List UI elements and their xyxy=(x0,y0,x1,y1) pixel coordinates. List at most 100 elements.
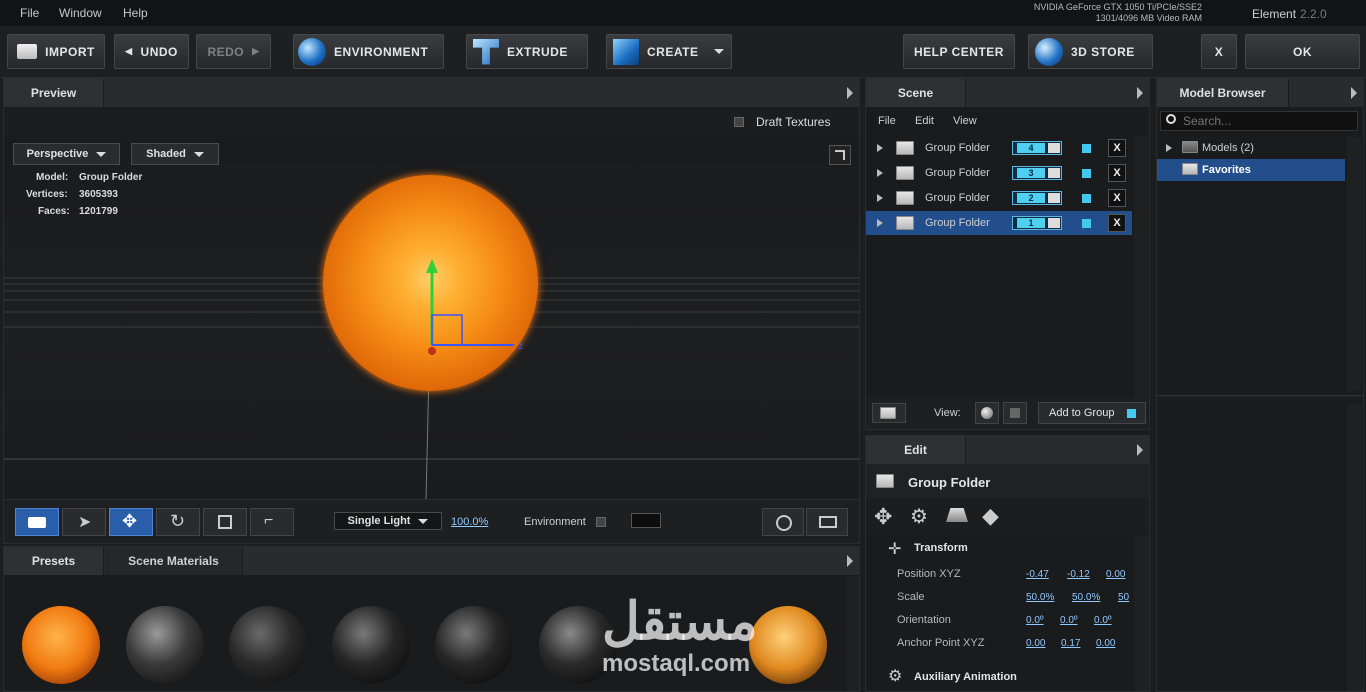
preset-thumbnail[interactable] xyxy=(332,606,410,684)
view-particles-button[interactable] xyxy=(1003,402,1027,424)
panel-arrow-icon[interactable] xyxy=(847,555,853,567)
import-button[interactable]: IMPORT xyxy=(7,34,105,69)
scene-row[interactable]: Group Folder 3 X xyxy=(866,161,1132,185)
move-arrows-icon[interactable]: ✥ xyxy=(874,504,892,530)
position-x[interactable]: -0.47 xyxy=(1026,569,1049,580)
group-index-select[interactable]: 4 xyxy=(1012,141,1062,155)
select-tool-button[interactable]: ➤ xyxy=(62,508,106,536)
position-z[interactable]: 0.00 xyxy=(1106,569,1125,580)
group-index-select[interactable]: 1 xyxy=(1012,216,1062,230)
render-screen-button[interactable] xyxy=(806,508,848,536)
tab-scene[interactable]: Scene xyxy=(866,79,966,107)
model-search[interactable] xyxy=(1160,111,1358,131)
preset-thumbnail[interactable] xyxy=(126,606,204,684)
delete-row-button[interactable]: X xyxy=(1108,139,1126,157)
viewport[interactable]: z xyxy=(4,137,859,499)
extrude-button[interactable]: EXTRUDE xyxy=(466,34,588,69)
model-tree-scrollbar[interactable] xyxy=(1347,137,1362,391)
3d-store-button[interactable]: 3D STORE xyxy=(1028,34,1153,69)
delete-row-button[interactable]: X xyxy=(1108,189,1126,207)
search-input[interactable] xyxy=(1183,113,1353,129)
close-button[interactable]: X xyxy=(1201,34,1237,69)
visibility-toggle[interactable] xyxy=(1082,169,1091,178)
scene-menu-edit[interactable]: Edit xyxy=(915,115,934,127)
crosshair-button[interactable] xyxy=(762,508,804,536)
group-index-select[interactable]: 3 xyxy=(1012,166,1062,180)
anchor-y[interactable]: 0.17 xyxy=(1061,638,1080,649)
preset-thumbnail[interactable] xyxy=(435,606,513,684)
menu-help[interactable]: Help xyxy=(123,6,148,20)
transform-heading[interactable]: Transform xyxy=(914,542,968,554)
scale-z[interactable]: 50 xyxy=(1118,592,1129,603)
environment-button[interactable]: ENVIRONMENT xyxy=(293,34,444,69)
move-tool-button[interactable]: ✥ xyxy=(109,508,153,536)
delete-row-button[interactable]: X xyxy=(1108,214,1126,232)
new-folder-button[interactable] xyxy=(872,403,906,423)
expand-arrow-icon[interactable] xyxy=(877,194,883,202)
gears-icon[interactable]: ⚙ xyxy=(910,504,928,529)
axis-tool-button[interactable]: ⌐ xyxy=(250,508,294,536)
panel-arrow-icon[interactable] xyxy=(1137,87,1143,99)
add-to-group-button[interactable]: Add to Group xyxy=(1038,402,1146,424)
redo-button[interactable]: REDO ▶ xyxy=(196,34,271,69)
tab-model-browser[interactable]: Model Browser xyxy=(1157,79,1289,107)
scene-row-selected[interactable]: Group Folder 1 X xyxy=(866,211,1132,235)
aux-animation-heading[interactable]: Auxiliary Animation xyxy=(914,671,1017,683)
transform-gizmo[interactable]: z xyxy=(384,257,544,357)
expand-arrow-icon[interactable] xyxy=(1166,144,1172,152)
panel-arrow-icon[interactable] xyxy=(1137,444,1143,456)
environment-checkbox[interactable] xyxy=(596,517,606,527)
expand-arrow-icon[interactable] xyxy=(877,219,883,227)
tab-preview[interactable]: Preview xyxy=(4,79,104,107)
panel-arrow-icon[interactable] xyxy=(1351,87,1357,99)
tab-edit[interactable]: Edit xyxy=(866,436,966,464)
scene-scrollbar[interactable] xyxy=(1134,136,1148,396)
orientation-y[interactable]: 0.0º xyxy=(1060,615,1078,626)
anchor-z[interactable]: 0.00 xyxy=(1096,638,1115,649)
ok-button[interactable]: OK xyxy=(1245,34,1360,69)
menu-window[interactable]: Window xyxy=(59,6,102,20)
view-sphere-button[interactable] xyxy=(975,402,999,424)
maximize-viewport-icon[interactable] xyxy=(829,145,851,165)
panel-arrow-icon[interactable] xyxy=(847,87,853,99)
anchor-x[interactable]: 0.00 xyxy=(1026,638,1045,649)
tab-scene-materials[interactable]: Scene Materials xyxy=(105,547,243,575)
preset-thumbnail[interactable] xyxy=(22,606,100,684)
edit-scrollbar[interactable] xyxy=(1134,536,1149,691)
orientation-z[interactable]: 0.0º xyxy=(1094,615,1112,626)
draft-textures-checkbox[interactable] xyxy=(734,117,744,127)
expand-arrow-icon[interactable] xyxy=(877,169,883,177)
environment-color-swatch[interactable] xyxy=(631,513,661,528)
delete-row-button[interactable]: X xyxy=(1108,164,1126,182)
scale-x[interactable]: 50.0% xyxy=(1026,592,1054,603)
tree-item-models[interactable]: Models (2) xyxy=(1157,137,1345,159)
expand-arrow-icon[interactable] xyxy=(877,144,883,152)
undo-button[interactable]: ◀ UNDO xyxy=(114,34,189,69)
scale-tool-button[interactable] xyxy=(203,508,247,536)
light-intensity-value[interactable]: 100.0% xyxy=(451,516,488,528)
render-mode-select[interactable]: Shaded xyxy=(131,143,219,165)
preset-thumbnail[interactable] xyxy=(229,606,307,684)
extrude-shape-icon[interactable] xyxy=(946,508,968,522)
tab-presets[interactable]: Presets xyxy=(4,547,104,575)
light-mode-select[interactable]: Single Light xyxy=(334,512,442,530)
menu-file[interactable]: File xyxy=(20,6,39,20)
rotate-tool-button[interactable]: ↻ xyxy=(156,508,200,536)
diamond-icon[interactable]: ◆ xyxy=(982,503,999,529)
scene-row[interactable]: Group Folder 2 X xyxy=(866,186,1132,210)
camera-tool-button[interactable] xyxy=(15,508,59,536)
scene-menu-file[interactable]: File xyxy=(878,115,896,127)
presets-scrollbar[interactable] xyxy=(846,576,859,691)
preset-thumbnail[interactable] xyxy=(749,606,827,684)
model-grid-scrollbar[interactable] xyxy=(1347,403,1362,691)
scene-menu-view[interactable]: View xyxy=(953,115,977,127)
splitter[interactable] xyxy=(1157,395,1363,401)
tree-item-favorites[interactable]: Favorites xyxy=(1157,159,1345,181)
scene-row[interactable]: Group Folder 4 X xyxy=(866,136,1132,160)
create-button[interactable]: CREATE xyxy=(606,34,732,69)
orientation-x[interactable]: 0.0º xyxy=(1026,615,1044,626)
visibility-toggle[interactable] xyxy=(1082,194,1091,203)
group-index-select[interactable]: 2 xyxy=(1012,191,1062,205)
help-center-button[interactable]: HELP CENTER xyxy=(903,34,1015,69)
camera-mode-select[interactable]: Perspective xyxy=(13,143,120,165)
